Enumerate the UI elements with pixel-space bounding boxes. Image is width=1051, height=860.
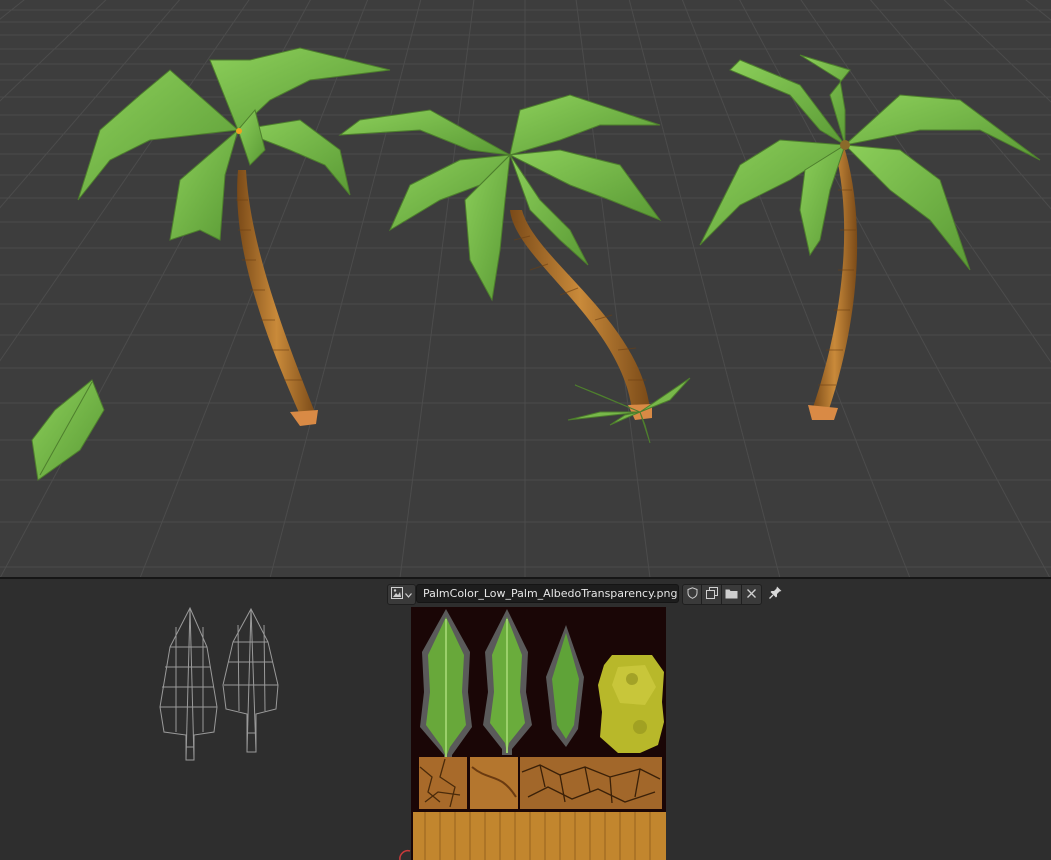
pin-icon: [769, 586, 782, 602]
duplicate-image-button[interactable]: [701, 584, 722, 605]
shield-icon: [687, 587, 698, 602]
2d-cursor: [399, 849, 411, 860]
3d-viewport[interactable]: [0, 0, 1051, 578]
unlink-image-button[interactable]: [741, 584, 762, 605]
viewport-scene: [0, 0, 1051, 578]
open-image-button[interactable]: [721, 584, 742, 605]
image-name-field[interactable]: PalmColor_Low_Palm_AlbedoTransparency.pn…: [416, 584, 679, 603]
image-icon: [391, 587, 403, 602]
uv-canvas[interactable]: [0, 606, 1051, 860]
pin-button[interactable]: [766, 584, 785, 603]
image-editor-header: PalmColor_Low_Palm_AlbedoTransparency.pn…: [0, 579, 1051, 607]
close-icon: [747, 588, 756, 601]
duplicate-icon: [705, 587, 718, 602]
folder-icon: [725, 588, 738, 602]
texture-image: [411, 607, 666, 860]
uv-image-editor[interactable]: PalmColor_Low_Palm_AlbedoTransparency.pn…: [0, 579, 1051, 860]
fake-user-button[interactable]: [682, 584, 702, 605]
uv-canvas-graphics: [159, 606, 666, 860]
chevron-down-icon: [405, 588, 412, 601]
uv-wireframe: [159, 606, 279, 761]
image-type-button[interactable]: [387, 584, 416, 605]
